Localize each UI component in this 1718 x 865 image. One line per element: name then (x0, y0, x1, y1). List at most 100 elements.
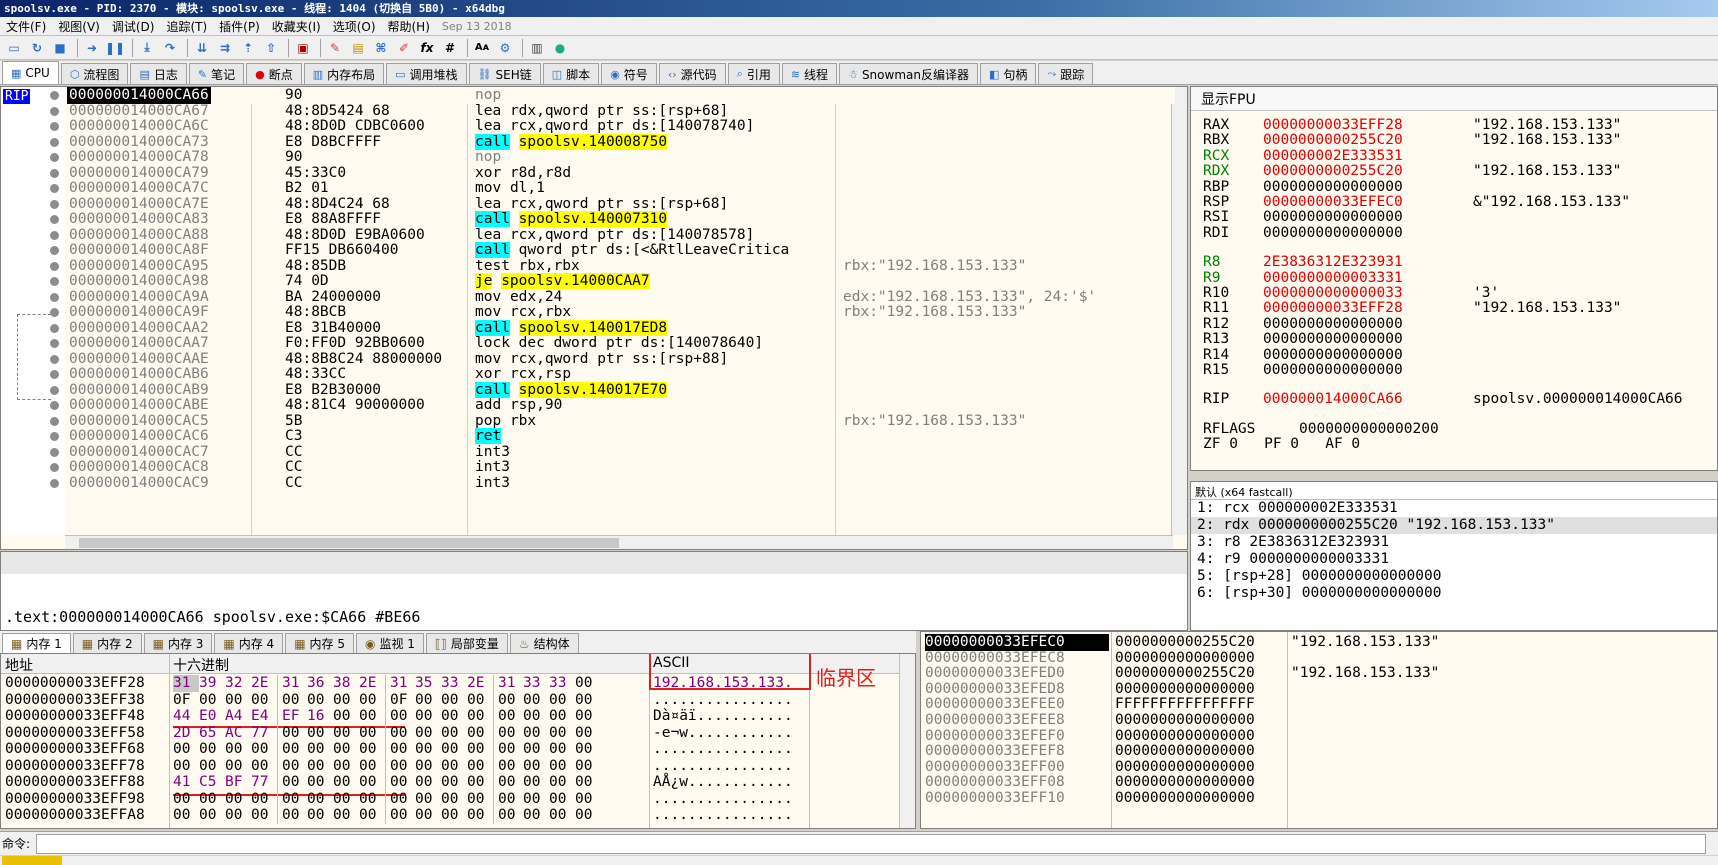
disasm-row[interactable]: 000000014000CA8F FF15 DB660400 call qword … (65, 242, 1175, 259)
hex-byte[interactable]: 00 (493, 691, 523, 709)
calling-convention-select[interactable]: 默认 (x64 fastcall) (1191, 482, 1717, 500)
breakpoint-dot[interactable] (50, 463, 59, 472)
hex-byte[interactable]: 31 (277, 675, 307, 692)
run-to-user-code-icon[interactable]: ⇧ (261, 39, 281, 57)
scroll-thumb[interactable] (79, 538, 619, 548)
disasm-row[interactable]: 000000014000CA73 E8 D8BCFFFF call spoolsv.… (65, 133, 1175, 151)
tab-dump-7[interactable]: ⟦⟧ 局部变量 (425, 633, 508, 653)
hex-byte[interactable]: 00 (333, 807, 359, 824)
menu-item[interactable]: 调试(D) (106, 18, 161, 35)
disasm-row[interactable]: 000000014000CA66 90 nop (65, 87, 1175, 104)
breakpoint-dot[interactable] (50, 323, 59, 333)
disasm-row[interactable]: 000000014000CAB9 E8 B2B30000 call spoolsv.… (65, 381, 1175, 399)
hex-byte[interactable]: 00 (173, 741, 199, 758)
register-value[interactable]: 0000000000000000 (1263, 347, 1473, 363)
breakpoint-dot[interactable] (50, 153, 59, 162)
breakpoint-dot[interactable] (50, 246, 59, 255)
hex-byte[interactable]: 00 (385, 757, 415, 775)
labels-icon[interactable]: ⌘ (371, 39, 391, 57)
trace-into-icon[interactable]: ⇊ (192, 39, 212, 57)
dump-hex[interactable]: 31 39 32 2E 31 36 38 2E 31 35 33 2E 31 33 33 00 (173, 675, 601, 692)
hex-byte[interactable]: E0 (199, 708, 225, 725)
register-value[interactable]: 0000000000000000 (1263, 316, 1473, 332)
breakpoint-dot[interactable] (50, 308, 59, 317)
show-fpu-toggle[interactable]: 显示FPU (1191, 87, 1717, 111)
disasm-row[interactable]: 000000014000CA6C 48:8D0D CDBC0600 lea rcx,… (65, 118, 1175, 135)
stack-value[interactable]: 0000000000000000 (1115, 681, 1255, 698)
hex-byte[interactable]: 00 (333, 708, 359, 725)
hex-byte[interactable]: 39 (199, 675, 225, 692)
dump-ascii[interactable]: Dà¤äï........... (653, 708, 793, 725)
dump-ascii[interactable]: ................ (653, 758, 793, 775)
stack-value[interactable]: 0000000000000000 (1115, 790, 1255, 807)
hex-byte[interactable]: 00 (277, 807, 307, 824)
hex-byte[interactable]: 00 (441, 708, 467, 725)
step-over-icon[interactable]: ↷ (160, 39, 180, 57)
hex-byte[interactable]: 00 (549, 741, 575, 758)
hex-byte[interactable]: 00 (549, 758, 575, 775)
functions-icon[interactable]: fx (417, 39, 437, 57)
breakpoint-dot[interactable] (50, 91, 59, 100)
argument-row[interactable]: 1: rcx 000000002E333531 (1191, 500, 1717, 517)
hex-byte[interactable]: 00 (359, 791, 385, 808)
menu-item[interactable]: 选项(O) (327, 18, 382, 35)
hex-byte[interactable]: 00 (333, 758, 359, 775)
menu-item[interactable]: 插件(P) (213, 18, 266, 35)
dump-ascii[interactable]: ................ (653, 807, 793, 824)
stack-value[interactable]: 0000000000255C20 (1115, 634, 1255, 651)
tab-trace[interactable]: ⤳ 跟踪 (1038, 63, 1094, 84)
hex-byte[interactable]: 00 (493, 807, 523, 824)
disasm-row[interactable]: 000000014000CAA7 F0:FF0D 92BB0600 lock dec… (65, 335, 1175, 352)
hex-byte[interactable]: 00 (385, 741, 415, 758)
menu-item[interactable]: 帮助(H) (382, 18, 436, 35)
hex-byte[interactable]: 00 (549, 692, 575, 709)
tab-breakpoint[interactable]: ● 断点 (246, 63, 302, 84)
breakpoint-dot[interactable] (50, 385, 59, 395)
hex-byte[interactable]: 2E (467, 675, 493, 692)
dump-ascii[interactable]: ................ (653, 741, 793, 758)
register-value[interactable]: 0000000000000000 (1263, 209, 1473, 225)
hex-byte[interactable]: 00 (575, 692, 601, 709)
hex-byte[interactable]: 31 (173, 675, 199, 692)
register-row[interactable]: RSP 00000000033EFEC0 &"192.168.153.133" (1203, 194, 1630, 210)
register-row[interactable]: R13 0000000000000000 (1203, 331, 1473, 347)
hex-byte[interactable]: 00 (359, 725, 385, 742)
dump-hex[interactable]: 0F 00 00 00 00 00 00 00 0F 00 00 00 00 00 00 00 (173, 691, 601, 709)
hex-byte[interactable]: 00 (225, 692, 251, 709)
menu-item[interactable]: 收藏夹(I) (266, 18, 327, 35)
tab-references[interactable]: ⌕ 引用 (727, 63, 780, 84)
hex-byte[interactable]: 00 (441, 791, 467, 808)
hex-byte[interactable]: 00 (415, 741, 441, 758)
hex-byte[interactable]: 00 (523, 807, 549, 824)
tab-handles[interactable]: ◧ 句柄 (979, 63, 1037, 84)
hex-byte[interactable]: 00 (251, 692, 277, 709)
tab-script[interactable]: ◫ 脚本 (542, 63, 600, 84)
disasm-row[interactable]: 000000014000CA98 74 0D je spoolsv.14000CAA… (65, 273, 1175, 290)
hex-byte[interactable]: 00 (307, 774, 333, 791)
disasm-row[interactable]: 000000014000CAA2 E8 31B40000 call spoolsv.… (65, 319, 1175, 337)
hex-byte[interactable]: 00 (385, 708, 415, 725)
register-value[interactable]: 000000014000CA66 (1263, 391, 1473, 407)
hex-byte[interactable]: 00 (415, 725, 441, 742)
register-value[interactable]: 0000000000000033 (1263, 285, 1473, 301)
hex-byte[interactable]: 00 (225, 758, 251, 775)
register-row[interactable]: RBP 0000000000000000 (1203, 179, 1473, 195)
disasm-row[interactable]: 000000014000CA95 48:85DB test rbx,rbx rbx:"… (65, 258, 1175, 275)
tab-cpu[interactable]: ▦ CPU (2, 61, 59, 84)
hex-byte[interactable]: 00 (415, 758, 441, 775)
step-into-icon[interactable]: ⤓ (137, 39, 157, 57)
hex-byte[interactable]: 00 (333, 741, 359, 758)
hex-byte[interactable]: 00 (333, 725, 359, 742)
disasm-row[interactable]: 000000014000CA78 90 nop (65, 149, 1175, 166)
tab-symbols[interactable]: ◉ 符号 (601, 63, 657, 84)
hex-byte[interactable]: 36 (307, 675, 333, 692)
hex-byte[interactable]: 00 (467, 791, 493, 808)
hex-byte[interactable]: 00 (549, 807, 575, 824)
hex-byte[interactable]: 00 (307, 791, 333, 808)
dump-hex[interactable]: 00 00 00 00 00 00 00 00 00 00 00 00 00 00 00 00 (173, 757, 601, 775)
hex-byte[interactable]: 33 (441, 675, 467, 692)
hex-byte[interactable]: 00 (575, 725, 601, 742)
hex-byte[interactable]: 00 (251, 807, 277, 824)
disasm-row[interactable]: 000000014000CAC5 5B pop rbx rbx:"192.168.15… (65, 413, 1175, 430)
tab-notes[interactable]: ✎ 笔记 (188, 63, 245, 84)
